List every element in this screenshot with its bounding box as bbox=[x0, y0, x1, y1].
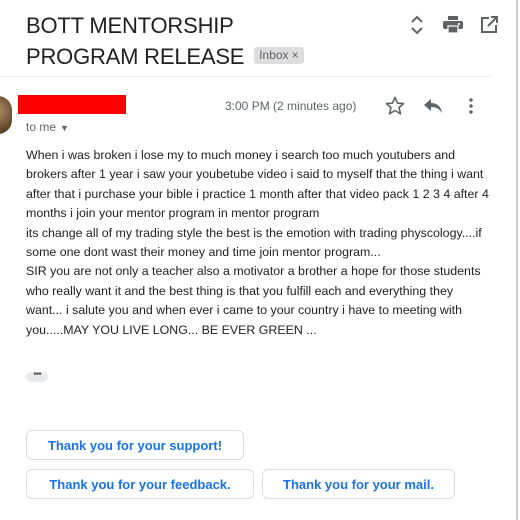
sender-name-redacted bbox=[18, 95, 126, 114]
email-subject: BOTT MENTORSHIP PROGRAM RELEASE Inbox × bbox=[26, 10, 336, 72]
subject-text: BOTT MENTORSHIP PROGRAM RELEASE bbox=[26, 13, 245, 69]
header-divider bbox=[0, 76, 490, 77]
inbox-label-text: Inbox bbox=[259, 47, 289, 62]
open-in-new-window-icon[interactable] bbox=[478, 14, 500, 36]
message-timestamp: 3:00 PM (2 minutes ago) bbox=[225, 99, 357, 113]
smart-reply-support-button[interactable]: Thank you for your support! bbox=[26, 430, 244, 460]
show-trimmed-content-button[interactable]: ••• bbox=[26, 370, 48, 382]
reply-icon[interactable] bbox=[422, 95, 444, 117]
print-icon[interactable] bbox=[442, 14, 464, 36]
inbox-label-chip[interactable]: Inbox × bbox=[254, 46, 304, 64]
thread-toolbar bbox=[406, 14, 500, 36]
smart-reply-feedback-button[interactable]: Thank you for your feedback. bbox=[26, 469, 254, 499]
sender-avatar[interactable] bbox=[0, 96, 12, 134]
more-options-icon[interactable] bbox=[460, 95, 482, 117]
window-right-border bbox=[516, 0, 518, 520]
recipient-text: to me bbox=[26, 120, 57, 134]
remove-label-icon[interactable]: × bbox=[292, 48, 299, 62]
message-actions bbox=[384, 95, 482, 117]
expand-collapse-icon[interactable] bbox=[406, 14, 428, 36]
star-icon[interactable] bbox=[384, 95, 406, 117]
recipient-details-toggle[interactable]: to me ▼ bbox=[26, 120, 69, 134]
smart-reply-mail-button[interactable]: Thank you for your mail. bbox=[262, 469, 455, 499]
chevron-down-icon: ▼ bbox=[60, 122, 69, 133]
message-body: When i was broken i lose my to much mone… bbox=[26, 148, 489, 337]
